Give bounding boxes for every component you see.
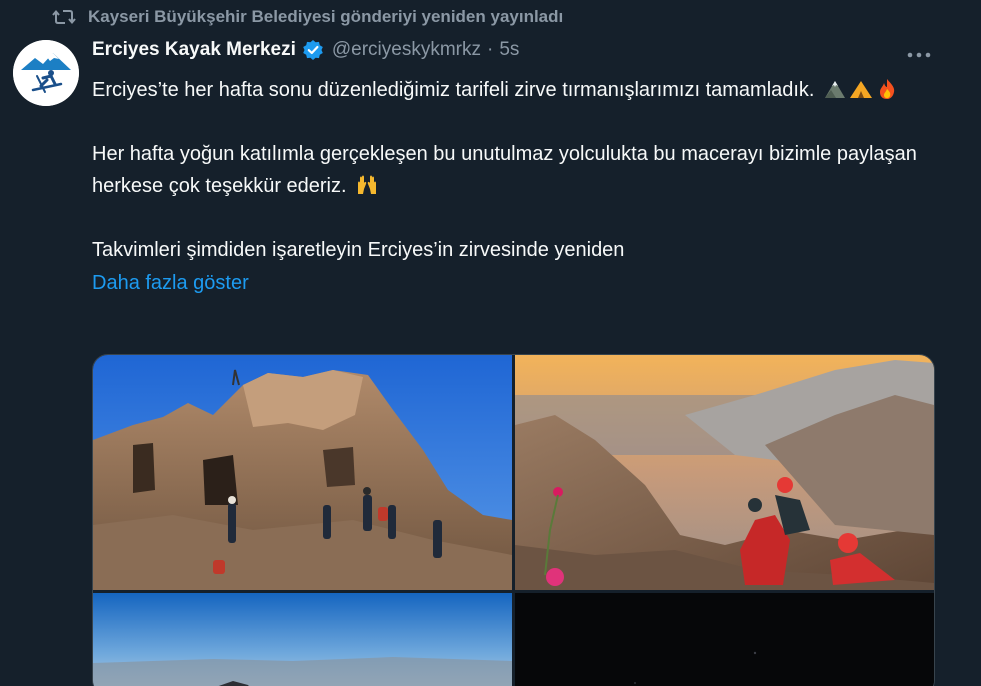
more-options-button[interactable] xyxy=(902,42,936,68)
retweet-text[interactable]: Kayseri Büyükşehir Belediyesi gönderiyi … xyxy=(88,7,563,27)
tweet-paragraph-2: Her hafta yoğun katılımla gerçekleşen bu… xyxy=(92,138,952,202)
photo-sunrise-valley-climbers[interactable] xyxy=(515,355,934,590)
photo-dark-night[interactable] xyxy=(515,593,934,686)
photo-rocky-summit-climbers[interactable] xyxy=(93,355,512,590)
fire-emoji xyxy=(879,79,894,99)
photo-sky-horizon[interactable] xyxy=(93,593,512,686)
paragraph-1-emojis xyxy=(823,78,899,100)
verified-badge-icon[interactable] xyxy=(302,39,324,61)
retweet-icon xyxy=(52,9,76,25)
erciyes-ski-logo xyxy=(13,40,79,106)
author-handle[interactable]: @erciyeskykmrkz xyxy=(332,39,481,61)
tweet-paragraph-2-text: Her hafta yoğun katılımla gerçekleşen bu… xyxy=(92,143,917,197)
retweet-header[interactable]: Kayseri Büyükşehir Belediyesi gönderiyi … xyxy=(52,6,563,28)
separator-dot: · xyxy=(487,39,494,60)
paragraph-2-emojis xyxy=(355,174,379,196)
avatar[interactable] xyxy=(13,40,79,106)
more-options-icon xyxy=(907,52,931,58)
tweet-paragraph-1: Erciyes’te her hafta sonu düzenlediğimiz… xyxy=(92,74,952,106)
show-more-link[interactable]: Daha fazla göster xyxy=(92,267,249,299)
tweet-text: Erciyes’te her hafta sonu düzenlediğimiz… xyxy=(92,74,952,299)
raised-hands-emoji xyxy=(357,175,376,194)
tent-emoji xyxy=(849,81,872,98)
author-row: Erciyes Kayak Merkezi @erciyeskykmrkz · … xyxy=(92,39,519,61)
tweet-card[interactable]: Kayseri Büyükşehir Belediyesi gönderiyi … xyxy=(0,0,981,686)
media-grid xyxy=(92,354,935,686)
mountain-emoji xyxy=(824,81,845,98)
tweet-paragraph-1-text: Erciyes’te her hafta sonu düzenlediğimiz… xyxy=(92,79,815,101)
tweet-paragraph-3: Takvimleri şimdiden işaretleyin Erciyes’… xyxy=(92,239,625,261)
author-name[interactable]: Erciyes Kayak Merkezi xyxy=(92,39,296,61)
tweet-timestamp[interactable]: 5s xyxy=(499,39,519,61)
